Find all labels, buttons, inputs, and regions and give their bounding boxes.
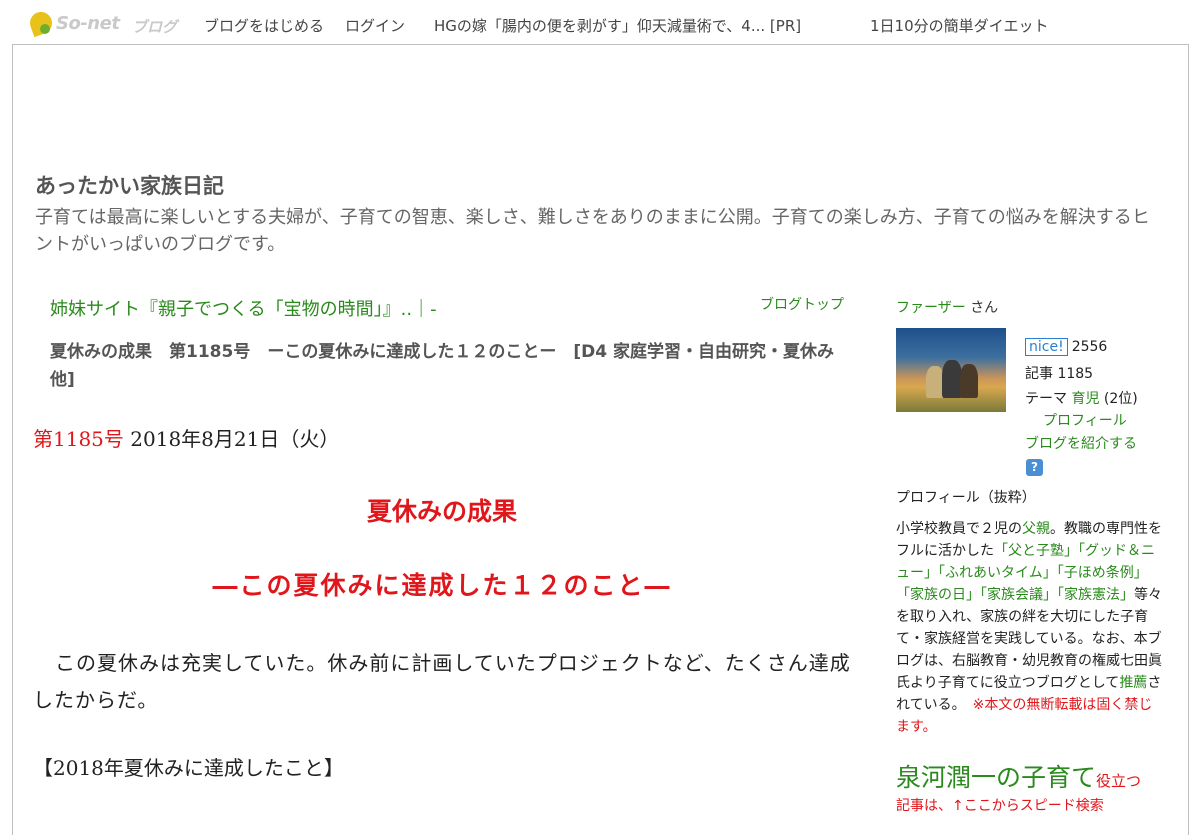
introduce-row: ブログを紹介する	[1025, 432, 1138, 456]
theme-label: テーマ	[1025, 391, 1067, 407]
nice-badge[interactable]: nice!	[1025, 338, 1068, 356]
father-link[interactable]: 父親	[1022, 521, 1050, 537]
introduce-blog-link[interactable]: ブログを紹介する	[1025, 436, 1137, 452]
theme-rank: (2位)	[1103, 391, 1138, 407]
article-subheading: ―この夏休みに達成した１２のこと―	[212, 571, 672, 600]
issue-line: 第1185号 2018年8月21日（火）	[33, 423, 339, 452]
articles-label: 記事	[1025, 366, 1053, 382]
blog-title[interactable]: あったかい家族日記	[35, 170, 224, 200]
paragraph-text: この夏休みは充実していた。休み前に計画していたプロジェクトなど、たくさん達成した…	[33, 651, 851, 712]
section-heading: 【2018年夏休みに達成したこと】	[33, 756, 344, 780]
profile-photo[interactable]	[896, 328, 1006, 412]
blog-stats: nice! 2556 記事 1185 テーマ 育児 (2位) プロフィール ブログ…	[1025, 334, 1138, 456]
profile-link[interactable]: プロフィール	[1043, 413, 1127, 429]
logo-sub-text: ブログ	[132, 18, 178, 36]
logo-text: So-net	[56, 13, 120, 34]
nice-row: nice! 2556	[1025, 334, 1138, 361]
issue-date: 2018年8月21日（火）	[130, 427, 340, 451]
article-paragraph: この夏休みは充実していた。休み前に計画していたプロジェクトなど、たくさん達成した…	[33, 645, 853, 719]
help-icon[interactable]: ?	[1026, 459, 1043, 476]
articles-count: 1185	[1057, 366, 1094, 382]
sister-site-link[interactable]: 姉妹サイト『親子でつくる「宝物の時間」』..｜-	[50, 295, 437, 321]
ad-link[interactable]: HGの嫁「腸内の便を剥がす」仰天減量術で、4... [PR]	[434, 15, 801, 36]
article-heading: 夏休みの成果	[366, 497, 517, 526]
logo-leaf-icon	[40, 24, 50, 34]
profile-excerpt: 小学校教員で２児の父親。教職の専門性をフルに活かした「父と子塾」「グッド＆ニュー…	[896, 518, 1166, 738]
big-name-link[interactable]: 泉河潤一の子育て	[896, 763, 1096, 792]
photo-person	[960, 364, 978, 398]
sonet-blog-logo[interactable]: So-net ブログ	[26, 8, 190, 38]
author-name-link[interactable]: ファーザー	[896, 300, 966, 316]
blog-description: 子育ては最高に楽しいとする夫婦が、子育ての智恵、楽しさ、難しさをありのままに公開…	[35, 207, 1150, 255]
photo-person	[942, 360, 962, 398]
recommend-link[interactable]: 推薦	[1119, 675, 1147, 691]
profile-link-row: プロフィール	[1025, 410, 1138, 432]
big-name-suffix: 役立つ	[1096, 772, 1142, 790]
speed-search-text: 記事は、↑ここからスピード検索	[896, 798, 1104, 814]
nice-count: 2556	[1071, 339, 1108, 355]
diet-ad-link[interactable]: 1日10分の簡単ダイエット	[870, 15, 1048, 36]
author-suffix: さん	[970, 300, 999, 316]
start-blog-link[interactable]: ブログをはじめる	[204, 15, 324, 36]
issue-number: 第1185号	[33, 427, 124, 451]
author-line: ファーザー さん	[896, 297, 998, 317]
theme-row: テーマ 育児 (2位)	[1025, 388, 1138, 410]
articles-row: 記事 1185	[1025, 361, 1138, 388]
login-link[interactable]: ログイン	[345, 15, 405, 36]
top-navigation-bar: So-net ブログ ブログをはじめる ログイン HGの嫁「腸内の便を剥がす」仰…	[0, 0, 1200, 46]
profile-text: 小学校教員で２児の	[896, 521, 1022, 537]
entry-title: 夏休みの成果 第1185号 ーこの夏休みに達成した１２のことー [D4 家庭学習…	[50, 342, 834, 390]
profile-heading: プロフィール（抜粋）	[896, 490, 1036, 506]
theme-link[interactable]: 育児	[1071, 391, 1099, 407]
blog-top-link[interactable]: ブログトップ	[760, 294, 844, 314]
author-big-name: 泉河潤一の子育て役立つ	[896, 758, 1141, 794]
